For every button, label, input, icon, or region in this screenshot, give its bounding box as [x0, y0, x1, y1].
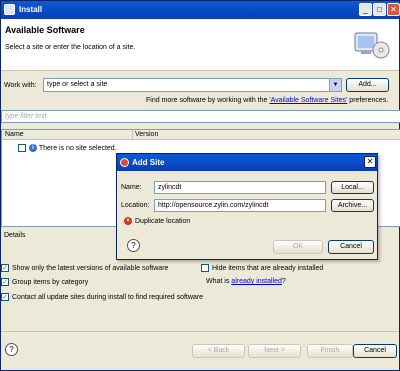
group-by-category-option[interactable]: Group items by category [1, 278, 88, 286]
already-installed-link[interactable]: already installed [231, 278, 282, 285]
help-icon[interactable]: ? [5, 343, 18, 356]
back-button[interactable]: < Back [192, 344, 245, 358]
row-label: There is no site selected. [38, 144, 117, 152]
error-message: × Duplicate location [124, 217, 190, 225]
column-divider[interactable] [132, 130, 133, 140]
error-text: Duplicate location [135, 217, 191, 225]
work-with-placeholder: type or select a site [47, 81, 108, 88]
name-field[interactable]: zylincdt [154, 181, 326, 194]
install-titlebar: Install _ □ ✕ [1, 1, 400, 19]
work-with-label: Work with: [4, 82, 37, 89]
add-site-titlebar: Add Site ✕ [117, 154, 377, 171]
filter-input[interactable]: type filter text [1, 110, 400, 123]
what-is-suffix: ? [281, 278, 286, 285]
group-by-category-label: Group items by category [12, 278, 89, 286]
find-more-suffix: preferences. [347, 97, 389, 104]
location-field[interactable]: http://opensource.zylin.com/zylincdt [154, 199, 326, 212]
hide-installed-label: Hide items that are already installed [212, 264, 324, 272]
ok-button[interactable]: OK [273, 240, 323, 254]
page-title: Available Software [5, 25, 85, 35]
show-latest-checkbox[interactable] [1, 264, 9, 272]
column-header-name[interactable]: Name [5, 131, 24, 138]
table-header: Name Version [2, 130, 400, 140]
next-button[interactable]: Next > [248, 344, 301, 358]
find-more-text: Find more software by working with the '… [146, 97, 388, 104]
work-with-combo[interactable]: type or select a site ▼ [43, 78, 342, 92]
table-row[interactable]: i There is no site selected. [18, 144, 117, 152]
hide-installed-option[interactable]: Hide items that are already installed [201, 264, 323, 272]
what-is-installed-text: What is already installed? [206, 278, 286, 285]
contact-update-sites-label: Contact all update sites during install … [12, 293, 204, 301]
add-site-button[interactable]: Add... [346, 78, 389, 92]
minimize-button[interactable]: _ [359, 3, 372, 16]
dialog-cancel-button[interactable]: Cancel [328, 240, 374, 254]
name-label: Name: [121, 184, 142, 191]
local-button[interactable]: Local... [331, 181, 374, 194]
column-header-version[interactable]: Version [135, 131, 158, 138]
dialog-help-icon[interactable]: ? [127, 239, 140, 252]
dialog-title: Add Site [132, 158, 165, 167]
eclipse-icon [120, 158, 129, 167]
info-icon: i [29, 144, 37, 152]
dialog-close-button[interactable]: ✕ [364, 156, 376, 168]
close-button[interactable]: ✕ [387, 3, 400, 16]
maximize-button[interactable]: □ [373, 3, 386, 16]
wizard-header: Available Software Select a site or ente… [1, 19, 399, 71]
cancel-button[interactable]: Cancel [353, 344, 397, 358]
add-site-dialog: Add Site ✕ Name: zylincdt Local... Locat… [116, 153, 378, 260]
location-label: Location: [121, 202, 150, 209]
what-is-prefix: What is [206, 278, 232, 285]
find-more-prefix: Find more software by working with the [146, 97, 270, 104]
group-by-category-checkbox[interactable] [1, 278, 9, 286]
contact-update-sites-option[interactable]: Contact all update sites during install … [1, 293, 203, 301]
show-latest-option[interactable]: Show only the latest versions of availab… [1, 264, 168, 272]
bottom-divider [1, 331, 399, 332]
archive-button[interactable]: Archive... [331, 199, 374, 212]
finish-button[interactable]: Finish [307, 344, 353, 358]
details-label: Details [4, 232, 26, 239]
contact-update-sites-checkbox[interactable] [1, 293, 9, 301]
install-app-icon [4, 4, 15, 15]
available-software-sites-link[interactable]: 'Available Software Sites' [269, 97, 347, 104]
page-subtitle: Select a site or enter the location of a… [5, 44, 136, 51]
error-icon: × [124, 217, 132, 225]
show-latest-label: Show only the latest versions of availab… [12, 264, 169, 272]
window-title: Install [19, 5, 43, 14]
chevron-down-icon[interactable]: ▼ [329, 79, 341, 91]
install-software-icon [354, 32, 390, 59]
hide-installed-checkbox[interactable] [201, 264, 209, 272]
row-checkbox[interactable] [18, 144, 26, 152]
